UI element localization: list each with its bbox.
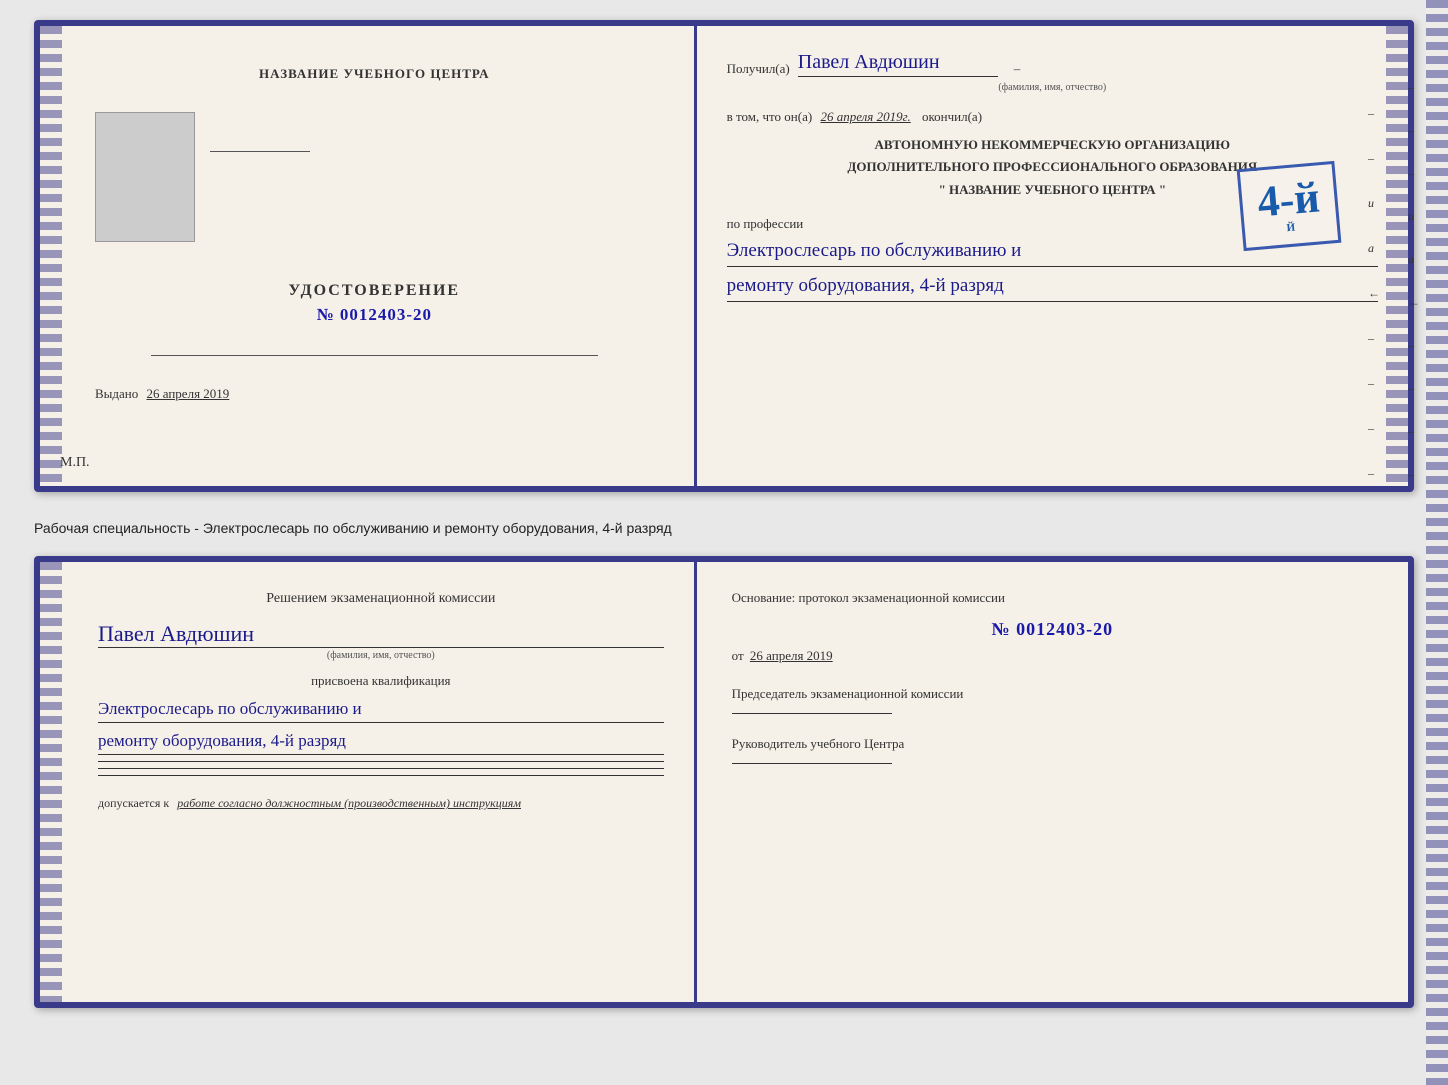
admission-text: допускается к работе согласно должностны… — [98, 796, 664, 811]
assigned-label: присвоена квалификация — [98, 673, 664, 689]
date-value: 26 апреля 2019 — [750, 648, 833, 663]
commission-title: Решением экзаменационной комиссии — [98, 587, 664, 611]
recipient-prefix: Получил(а) — [727, 61, 790, 77]
doc-number: № 0012403-20 — [732, 619, 1373, 640]
completed-line: в том, что он(а) 26 апреля 2019г. окончи… — [727, 105, 1378, 128]
person-name: Павел Авдюшин — [98, 621, 664, 648]
head-label: Руководитель учебного Центра — [732, 734, 1373, 755]
school-name-top: НАЗВАНИЕ УЧЕБНОГО ЦЕНТРА — [95, 66, 654, 82]
recipient-line: Получил(а) Павел Авдюшин – — [727, 51, 1378, 77]
bottom-right-binding — [1426, 0, 1448, 1085]
date-line: от 26 апреля 2019 — [732, 648, 1373, 664]
bottom-doc-right-panel: Основание: протокол экзаменационной коми… — [697, 562, 1408, 1002]
date-prefix: от — [732, 648, 744, 663]
page-container: НАЗВАНИЕ УЧЕБНОГО ЦЕНТРА УДОСТОВЕРЕНИЕ №… — [20, 20, 1428, 1008]
issued-line: Выдано 26 апреля 2019 — [95, 386, 654, 402]
org-line1: АВТОНОМНУЮ НЕКОММЕРЧЕСКУЮ ОРГАНИЗАЦИЮ — [727, 134, 1378, 156]
description-text: Рабочая специальность - Электрослесарь п… — [34, 520, 1414, 536]
person-hint: (фамилия, имя, отчество) — [98, 650, 664, 661]
commission-label: Решением экзаменационной комиссии — [266, 591, 495, 606]
stamp-grade: 4-й — [1256, 175, 1322, 224]
stamp-overlay: 4-й й — [1237, 161, 1342, 251]
text1-prefix: в том, что он(а) — [727, 109, 813, 124]
chairman-block: Председатель экзаменационной комиссии — [732, 684, 1373, 714]
recipient-name: Павел Авдюшин — [798, 51, 998, 77]
admission-prefix: допускается к — [98, 796, 169, 810]
chairman-label: Председатель экзаменационной комиссии — [732, 684, 1373, 705]
qual-line1: Электрослесарь по обслуживанию и — [98, 695, 664, 723]
head-block: Руководитель учебного Центра — [732, 734, 1373, 764]
right-binding-decoration — [1386, 26, 1408, 486]
chairman-sig-line — [732, 713, 892, 714]
blank-line-1 — [98, 761, 664, 762]
top-doc-right-panel: Получил(а) Павел Авдюшин – (фамилия, имя… — [697, 26, 1408, 486]
divider-area: Рабочая специальность - Электрослесарь п… — [34, 510, 1414, 538]
issued-label: Выдано — [95, 386, 138, 401]
blank-line-2 — [98, 768, 664, 769]
cert-number: № 0012403-20 — [95, 305, 654, 325]
mp-label: М.П. — [60, 455, 90, 471]
stamp-inner: 4-й й — [1256, 175, 1323, 236]
text1-date: 26 апреля 2019г. — [820, 109, 910, 124]
qual-line2: ремонту оборудования, 4-й разряд — [98, 727, 664, 755]
basis-label: Основание: протокол экзаменационной коми… — [732, 587, 1373, 609]
recipient-hint: (фамилия, имя, отчество) — [727, 82, 1378, 93]
edge-dashes: – – и а ← – – – – — [1368, 106, 1380, 481]
bottom-document: Решением экзаменационной комиссии Павел … — [34, 556, 1414, 1008]
blank-line-3 — [98, 775, 664, 776]
photo-placeholder — [95, 112, 195, 242]
profession-line2: ремонту оборудования, 4-й разряд — [727, 271, 1378, 302]
issued-date: 26 апреля 2019 — [147, 386, 230, 401]
left-binding-decoration — [40, 26, 62, 486]
head-sig-line — [732, 763, 892, 764]
bottom-doc-left-panel: Решением экзаменационной комиссии Павел … — [40, 562, 697, 1002]
bottom-edge-dashes: – – – и а ← – – – – — [1408, 80, 1420, 482]
top-doc-left-panel: НАЗВАНИЕ УЧЕБНОГО ЦЕНТРА УДОСТОВЕРЕНИЕ №… — [40, 26, 697, 486]
bottom-left-binding — [40, 562, 62, 1002]
top-document: НАЗВАНИЕ УЧЕБНОГО ЦЕНТРА УДОСТОВЕРЕНИЕ №… — [34, 20, 1414, 492]
cert-title: УДОСТОВЕРЕНИЕ — [95, 282, 654, 300]
admission-italic: работе согласно должностным (производств… — [177, 796, 521, 810]
dash1: – — [1014, 61, 1021, 77]
text1-suffix: окончил(а) — [922, 109, 982, 124]
